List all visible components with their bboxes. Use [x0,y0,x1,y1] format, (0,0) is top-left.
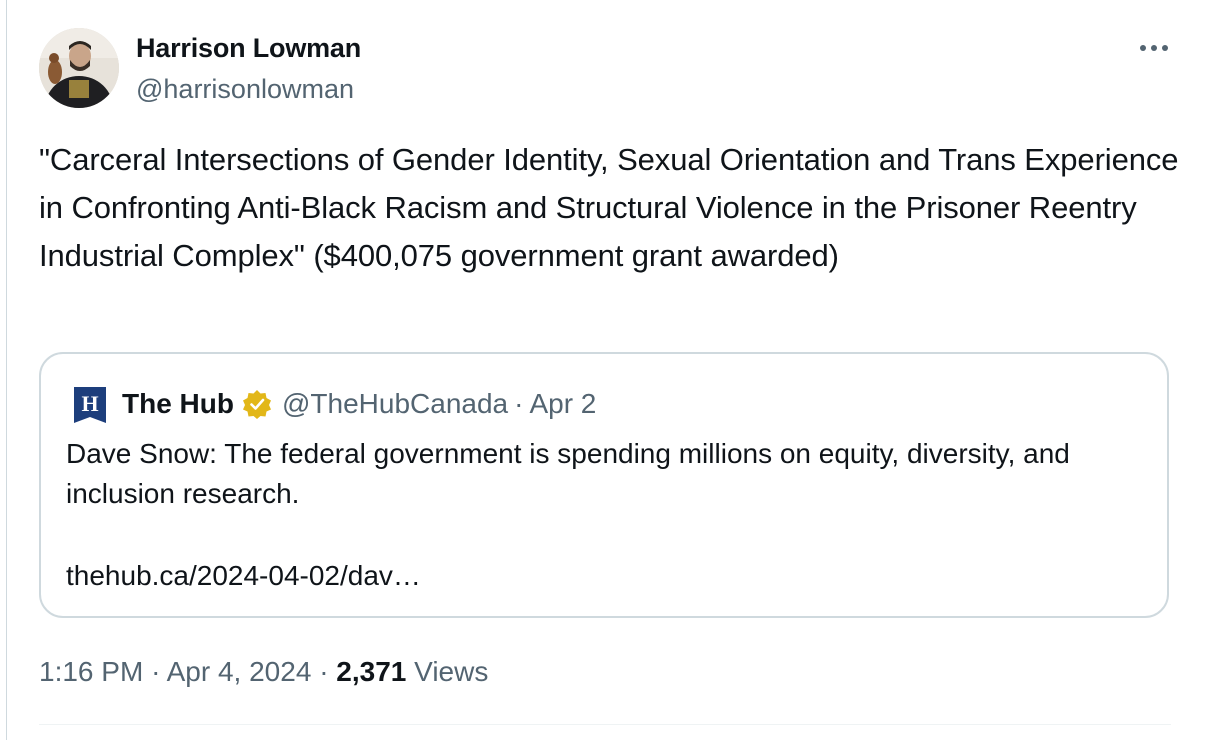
quoted-tweet-card[interactable]: H The Hub @TheHubCanada · Apr 2 Dave Sno… [39,352,1169,618]
more-horizontal-icon [1140,45,1168,51]
author-avatar[interactable] [39,28,119,108]
quoted-tweet-date[interactable]: Apr 2 [529,384,596,424]
quoted-author-handle[interactable]: @TheHubCanada [282,384,508,424]
quoted-tweet-link[interactable]: thehub.ca/2024-04-02/dav… [66,556,421,596]
the-hub-logo-icon: H [74,387,106,423]
quoted-author-name[interactable]: The Hub [122,384,234,424]
views-count: 2,371 [336,656,407,687]
person-avatar-icon [39,28,119,108]
tweet-text: "Carceral Intersections of Gender Identi… [39,142,1187,273]
tweet-metadata: 1:16 PM · Apr 4, 2024 · 2,371 Views [39,652,488,692]
author-name[interactable]: Harrison Lowman [136,31,361,65]
verified-badge-icon [243,390,271,419]
author-handle[interactable]: @harrisonlowman [136,72,354,106]
quoted-tweet-text: Dave Snow: The federal government is spe… [66,438,1078,509]
quoted-header-separator: · [514,388,524,419]
more-options-button[interactable] [1134,34,1174,62]
meta-separator: · [151,656,161,687]
bottom-divider [39,724,1171,725]
tweet-time[interactable]: 1:16 PM [39,656,143,687]
quoted-tweet-header: The Hub @TheHubCanada · Apr 2 [122,384,596,424]
page-edge-line [6,0,7,740]
meta-separator: · [319,656,329,687]
views-label: Views [414,656,489,687]
hub-logo-letter: H [81,391,98,416]
tweet-date[interactable]: Apr 4, 2024 [167,656,312,687]
